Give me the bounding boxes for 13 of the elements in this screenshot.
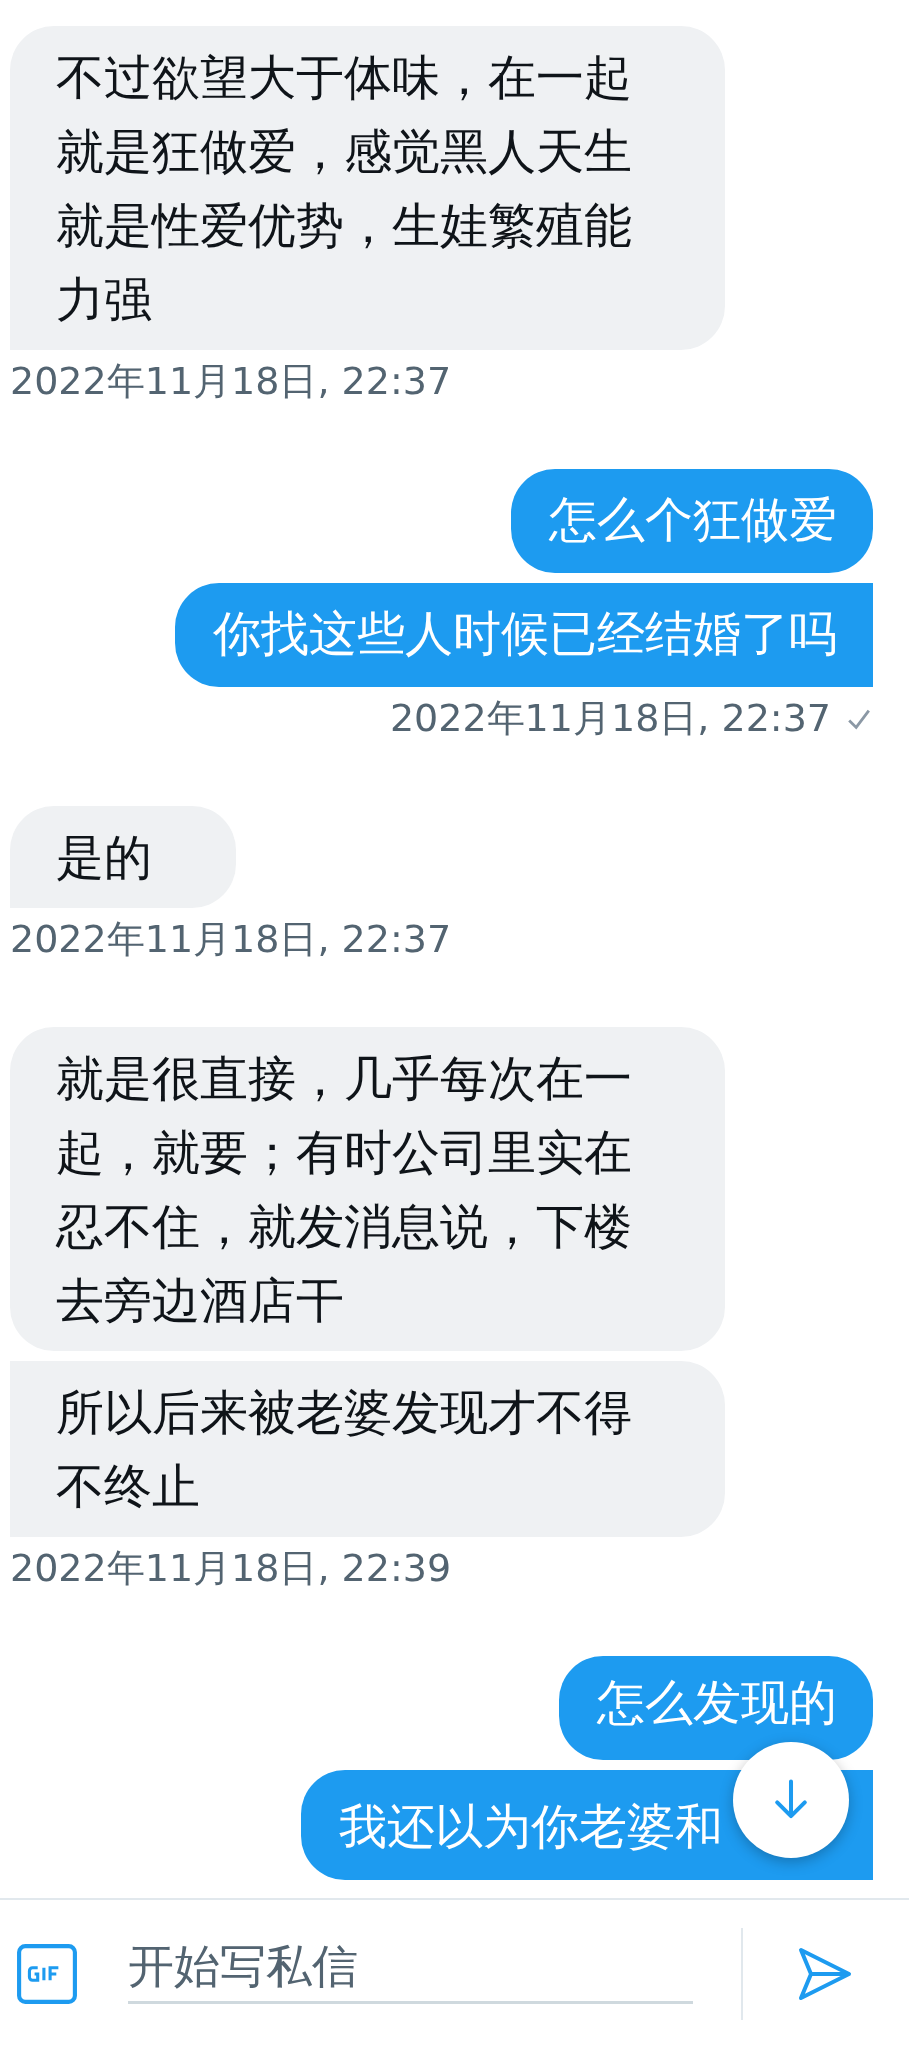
message-bubble: 所以后来被老婆发现才不得不终止 [10, 1361, 725, 1537]
message-bubble: 就是很直接，几乎每次在一起，就要；有时公司里实在忍不住，就发消息说，下楼去旁边酒店干 [10, 1027, 725, 1351]
gif-icon [16, 1943, 78, 2005]
message-bubble: 怎么发现的 [559, 1656, 873, 1760]
message-bubble: 不过欲望大于体味，在一起就是狂做爱，感觉黑人天生就是性爱优势，生娃繁殖能力强 [10, 26, 725, 350]
message-timestamp: 2022年11月18日, 22:37 [10, 358, 452, 405]
message-timestamp: 2022年11月18日, 22:37 [10, 916, 452, 963]
message-bubble: 是的 [10, 806, 236, 908]
message-input[interactable]: 开始写私信 [128, 1930, 693, 2004]
message-bubble: 怎么个狂做爱 [511, 469, 873, 573]
message-timestamp: 2022年11月18日, 22:37 [389, 695, 831, 742]
message-timestamp: 2022年11月18日, 22:39 [10, 1545, 452, 1592]
message-bubble: 你找这些人时候已经结婚了吗 [175, 583, 873, 687]
